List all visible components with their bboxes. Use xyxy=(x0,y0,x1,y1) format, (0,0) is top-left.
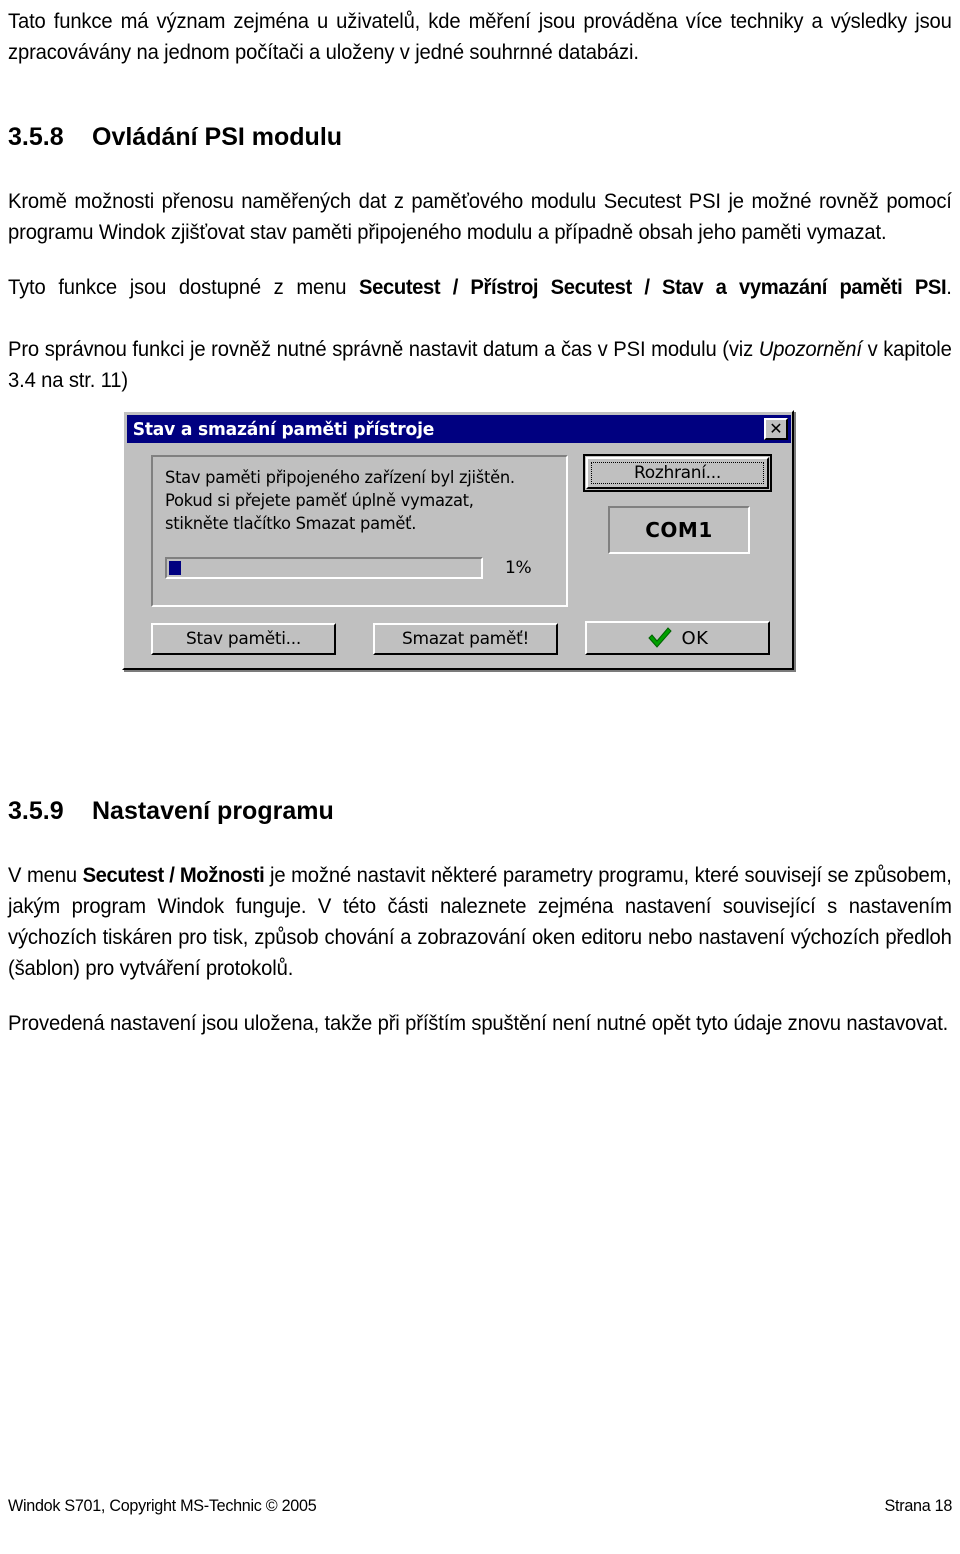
progress-row: 1% xyxy=(165,557,559,579)
close-icon[interactable]: ✕ xyxy=(764,418,788,440)
dialog-screenshot: Stav a smazání paměti přístroje ✕ Stav p… xyxy=(120,408,800,676)
heading-title: Ovládání PSI modulu xyxy=(92,123,343,151)
section-359-paragraph-2: Provedená nastavení jsou uložena, takže … xyxy=(8,1011,949,1035)
memory-status-button[interactable]: Stav paměti... xyxy=(151,623,336,655)
footer-page-number: Strana 18 xyxy=(884,1496,953,1515)
port-value: COM1 xyxy=(645,518,713,542)
erase-memory-button[interactable]: Smazat paměť! xyxy=(373,623,558,655)
interface-button-default-frame: Rozhraní... xyxy=(583,454,772,492)
paragraph-2-prefix: Tyto funkce jsou dostupné z menu xyxy=(8,275,360,299)
memory-status-button-label: Stav paměti... xyxy=(186,629,301,649)
page-content: Tato funkce má význam zejména u uživatel… xyxy=(8,6,952,396)
page-footer: Windok S701, Copyright MS-Technic © 2005… xyxy=(8,1496,952,1516)
heading-number: 3.5.9 xyxy=(8,797,64,825)
upozorneni-reference: Upozornění xyxy=(758,337,862,361)
menu-path-reference: Secutest / Přístroj Secutest / Stav a vy… xyxy=(359,275,947,299)
menu-path-reference: Secutest / Možnosti xyxy=(82,863,265,887)
checkmark-icon xyxy=(647,627,673,649)
footer-copyright: Windok S701, Copyright MS-Technic © 2005 xyxy=(8,1496,317,1515)
dialog-message: Stav paměti připojeného zařízení byl zji… xyxy=(165,468,515,534)
heading-3-5-8: 3.5.8 Ovládání PSI modulu xyxy=(8,122,952,152)
heading-3-5-9: 3.5.9 Nastavení programu xyxy=(8,796,952,826)
section-358-paragraph-2: Tyto funkce jsou dostupné z menu Secutes… xyxy=(8,272,952,334)
intro-paragraph: Tato funkce má význam zejména u uživatel… xyxy=(8,9,952,64)
progress-percent-label: 1% xyxy=(505,558,532,578)
ok-button[interactable]: OK xyxy=(585,621,770,655)
page-content-lower: 3.5.9 Nastavení programu V menu Secutest … xyxy=(8,796,952,1039)
paragraph-2-suffix: . xyxy=(946,275,952,299)
section-359-paragraph-1: V menu Secutest / Možnosti je možné nast… xyxy=(8,860,952,984)
port-display-field: COM1 xyxy=(608,506,750,554)
interface-button-label: Rozhraní... xyxy=(634,463,721,483)
paragraph-1-prefix: V menu xyxy=(8,863,83,887)
heading-number: 3.5.8 xyxy=(8,123,64,151)
progress-bar-fill xyxy=(169,561,182,575)
interface-button[interactable]: Rozhraní... xyxy=(586,457,769,489)
section-358-paragraph-3: Pro správnou funkci je rovněž nutné sprá… xyxy=(8,334,952,396)
heading-title: Nastavení programu xyxy=(92,797,334,825)
ok-button-label: OK xyxy=(681,627,709,649)
status-groupbox: Stav paměti připojeného zařízení byl zji… xyxy=(151,455,568,607)
memory-status-dialog: Stav a smazání paměti přístroje ✕ Stav p… xyxy=(122,410,794,670)
progress-bar xyxy=(165,557,483,579)
erase-memory-button-label: Smazat paměť! xyxy=(402,629,529,649)
document-page: Tato funkce má význam zejména u uživatel… xyxy=(0,0,960,1554)
dialog-titlebar[interactable]: Stav a smazání paměti přístroje ✕ xyxy=(127,415,791,443)
section-358-paragraph-1: Kromě možnosti přenosu naměřených dat z … xyxy=(8,189,952,244)
paragraph-3-prefix: Pro správnou funkci je rovněž nutné sprá… xyxy=(8,337,759,361)
dialog-title: Stav a smazání paměti přístroje xyxy=(132,418,435,440)
